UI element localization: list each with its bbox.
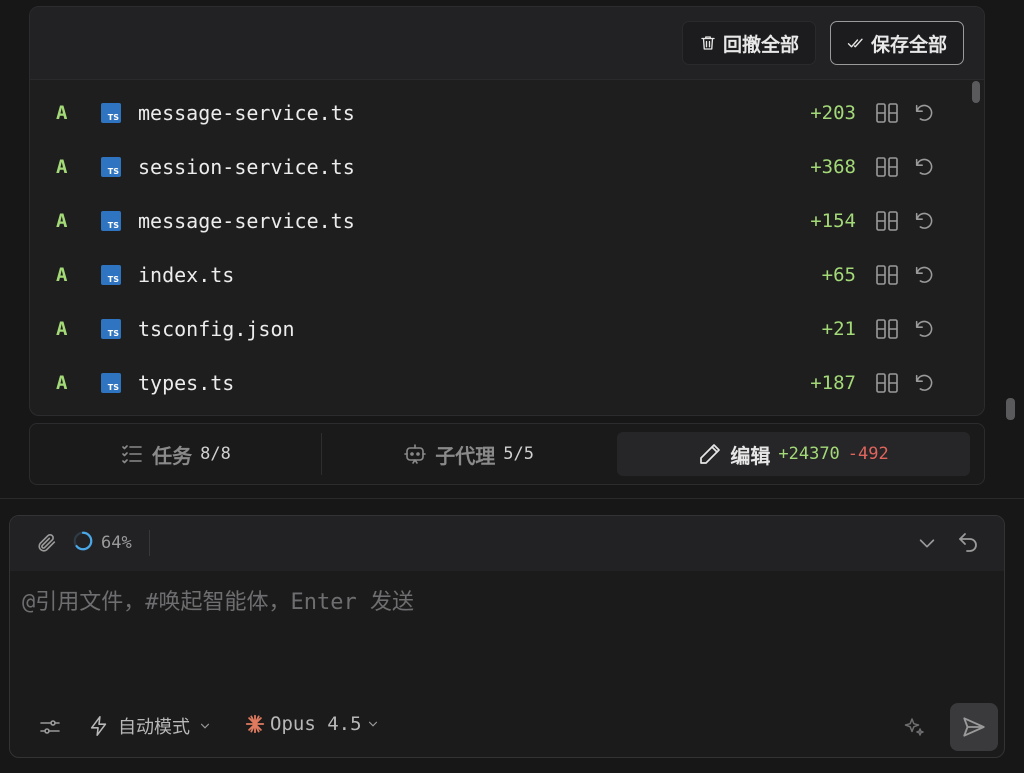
mode-selector[interactable]: 自动模式 — [88, 713, 212, 739]
file-row[interactable]: A TS message-service.ts +154 — [30, 194, 984, 248]
file-status: A — [56, 264, 68, 286]
file-list: A TS message-service.ts +203 A TS sessio… — [30, 80, 984, 410]
undo-icon[interactable] — [913, 210, 935, 232]
split-view-icon[interactable] — [875, 318, 899, 340]
file-changes-toolbar: 回撤全部 保存全部 — [30, 7, 984, 80]
file-changes-panel: 回撤全部 保存全部 A TS message-service.ts +203 A… — [29, 6, 985, 416]
lines-added: +65 — [821, 264, 856, 286]
file-status: A — [56, 102, 68, 124]
send-icon — [963, 717, 985, 737]
split-view-icon[interactable] — [875, 156, 899, 178]
file-row[interactable]: A TS index.ts +65 — [30, 248, 984, 302]
revert-all-button[interactable]: 回撤全部 — [681, 21, 816, 65]
context-usage-ring — [73, 531, 93, 551]
file-status: A — [56, 372, 68, 394]
undo-icon[interactable] — [913, 372, 935, 394]
lines-added: +21 — [821, 318, 856, 340]
tab-tasks[interactable]: 任务 8/8 — [30, 432, 321, 476]
file-status: A — [56, 318, 68, 340]
section-divider — [0, 498, 1024, 499]
asterisk-star-icon — [245, 714, 265, 734]
double-check-icon — [847, 38, 863, 48]
tab-subagents[interactable]: 子代理 5/5 — [322, 432, 615, 476]
trash-icon — [701, 36, 715, 50]
split-view-icon[interactable] — [875, 210, 899, 232]
tab-edit-label: 编辑 — [730, 443, 771, 468]
typescript-file-icon: TS — [101, 373, 121, 393]
message-input[interactable] — [22, 582, 982, 622]
file-row[interactable]: A TS message-service.ts +203 — [30, 86, 984, 140]
file-name: types.ts — [138, 371, 235, 395]
file-name: index.ts — [138, 263, 235, 287]
tab-subagents-label: 子代理 — [435, 443, 496, 468]
sliders-icon[interactable] — [38, 715, 62, 739]
tab-tasks-count: 8/8 — [200, 444, 231, 464]
tab-subagents-count: 5/5 — [503, 444, 534, 464]
lightning-icon — [90, 716, 107, 736]
sparkle-icon[interactable] — [902, 715, 926, 739]
chevron-down-icon[interactable] — [916, 532, 938, 554]
model-selector[interactable]: Opus 4.5 — [244, 713, 380, 735]
file-row[interactable]: A TS tsconfig.json +21 — [30, 302, 984, 356]
undo-icon[interactable] — [956, 530, 980, 554]
composer-footer: 自动模式 Opus 4.5 — [10, 702, 1004, 754]
file-name: tsconfig.json — [138, 317, 295, 341]
lines-added: +203 — [810, 102, 856, 124]
typescript-file-icon: TS — [101, 265, 121, 285]
edit-lines-removed: -492 — [847, 444, 889, 464]
revert-all-label: 回撤全部 — [722, 33, 799, 56]
typescript-file-icon: TS — [101, 103, 121, 123]
pencil-icon — [700, 444, 721, 464]
split-view-icon[interactable] — [875, 102, 899, 124]
typescript-file-icon: TS — [101, 211, 121, 231]
file-status: A — [56, 210, 68, 232]
split-view-icon[interactable] — [875, 264, 899, 286]
typescript-file-icon: TS — [101, 319, 121, 339]
toolbar-divider — [149, 530, 150, 556]
file-name: message-service.ts — [138, 101, 355, 125]
chat-composer: 64% 自动模式 Opus 4.5 — [9, 515, 1005, 758]
undo-icon[interactable] — [913, 318, 935, 340]
lines-added: +154 — [810, 210, 856, 232]
file-row[interactable]: A TS types.ts +187 — [30, 356, 984, 410]
split-view-icon[interactable] — [875, 372, 899, 394]
save-all-button[interactable]: 保存全部 — [829, 21, 964, 65]
undo-icon[interactable] — [913, 264, 935, 286]
undo-icon[interactable] — [913, 102, 935, 124]
send-button[interactable] — [950, 703, 998, 751]
typescript-file-icon: TS — [101, 157, 121, 177]
mode-label: 自动模式 — [118, 717, 190, 738]
file-name: message-service.ts — [138, 209, 355, 233]
page-scrollbar[interactable] — [1006, 398, 1015, 420]
file-name: session-service.ts — [138, 155, 355, 179]
model-label: Opus 4.5 — [270, 713, 362, 735]
paperclip-icon[interactable] — [36, 532, 58, 554]
lines-added: +187 — [810, 372, 856, 394]
file-list-scrollbar[interactable] — [972, 81, 980, 103]
undo-icon[interactable] — [913, 156, 935, 178]
edit-lines-added: +24370 — [778, 444, 840, 464]
file-row[interactable]: A TS session-service.ts +368 — [30, 140, 984, 194]
tab-edit[interactable]: 编辑 +24370 -492 — [617, 432, 970, 476]
file-status: A — [56, 156, 68, 178]
context-usage-percent: 64% — [101, 533, 132, 553]
composer-toolbar: 64% — [10, 516, 1004, 571]
checklist-icon — [122, 445, 142, 464]
chevron-down-icon — [200, 723, 210, 729]
save-all-label: 保存全部 — [870, 33, 947, 56]
activity-tabs: 任务 8/8 子代理 5/5 编辑 +24370 -492 — [29, 423, 985, 485]
lines-added: +368 — [810, 156, 856, 178]
agent-icon — [404, 444, 427, 464]
tab-tasks-label: 任务 — [152, 443, 193, 468]
chevron-down-icon — [368, 721, 377, 727]
